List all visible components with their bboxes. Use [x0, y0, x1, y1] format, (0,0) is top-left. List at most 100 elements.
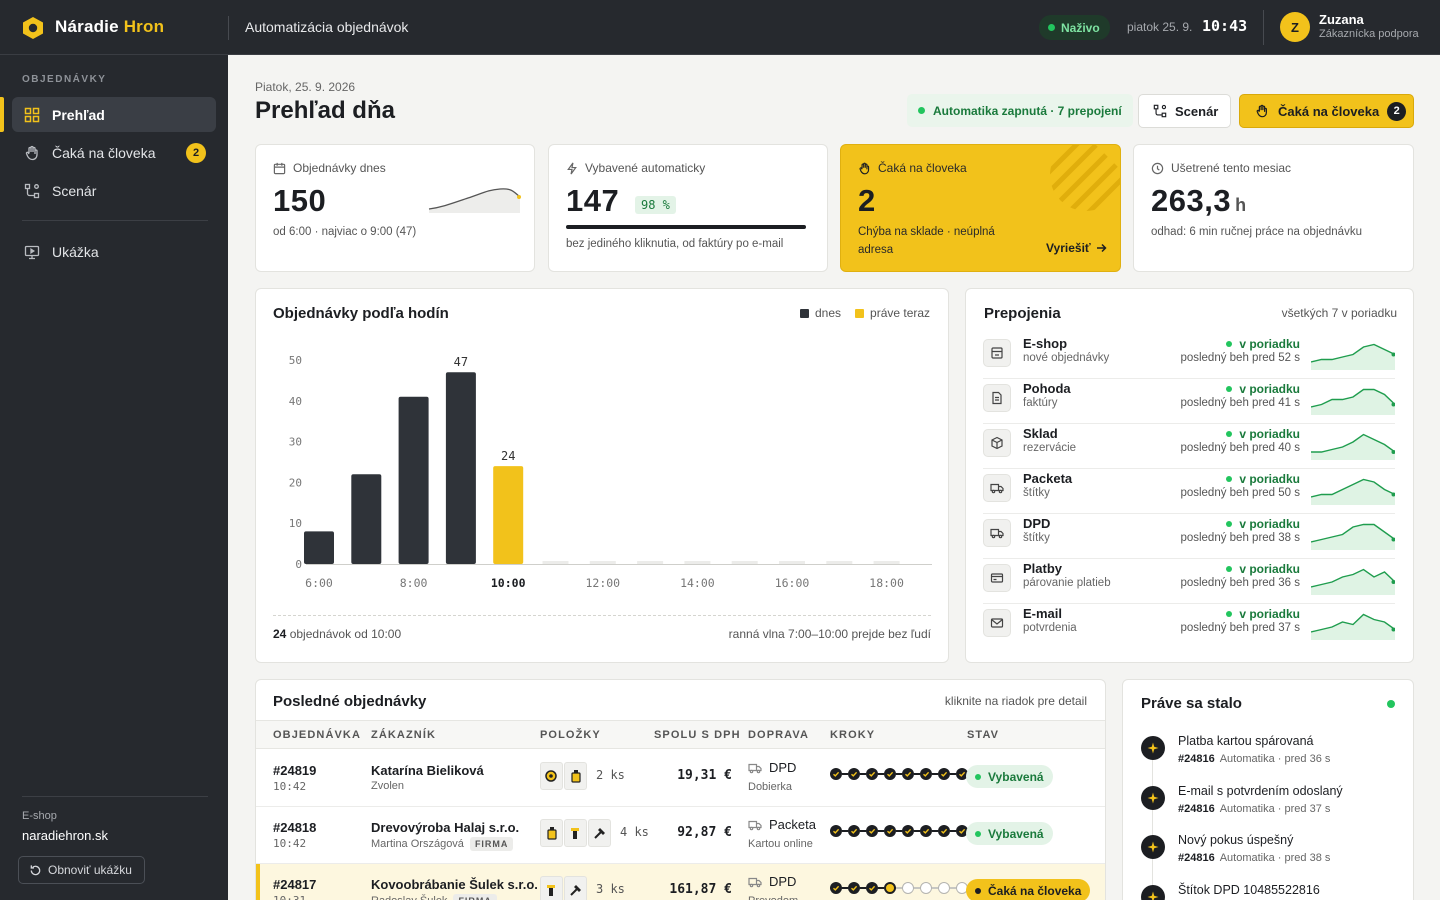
step-done-icon [866, 768, 878, 780]
orders-hint: kliknite na riadok pre detail [944, 694, 1087, 708]
status-dot-icon [1226, 566, 1233, 572]
connection-status-label: v poriadku [1239, 607, 1300, 621]
automation-label: Automatika zapnutá · 7 prepojení [933, 103, 1122, 118]
connection-status: v poriadku [1226, 337, 1300, 351]
connection-sparkline [1311, 388, 1395, 415]
connection-row[interactable]: Sklad rezervácie v poriadku posledný beh pr… [983, 424, 1395, 469]
table-row[interactable]: #24817 10:31 Kovoobrábanie Šulek s.r.o. Rad… [256, 864, 1105, 900]
col-order[interactable]: OBJEDNÁVKA [273, 729, 361, 741]
sidebar-item-scenar[interactable]: Scenár [12, 173, 216, 208]
table-row[interactable]: #24818 10:42 Drevovýroba Halaj s.r.o. Marti… [256, 807, 1105, 864]
connection-sparkline [1311, 613, 1395, 640]
activity-item[interactable]: Štítok DPD 10485522816#24816Automatika ·… [1141, 882, 1401, 900]
live-dot-icon [1048, 24, 1055, 31]
activity-item[interactable]: Platba kartou spárovaná #24816 Automatika … [1141, 733, 1401, 781]
activity-title: E-mail s potvrdením odoslaný [1178, 783, 1343, 798]
bar[interactable] [398, 396, 429, 564]
bar-empty [873, 561, 900, 564]
bar-current-hour[interactable] [493, 466, 524, 564]
col-items[interactable]: POLOŽKY [540, 729, 601, 741]
kpi-label: Ušetrené tento mesiac [1151, 161, 1291, 175]
box-icon [983, 429, 1011, 457]
firm-badge: FIRMA [469, 837, 514, 851]
activity-item[interactable]: Nový pokus úspešný #24816 Automatika · pre… [1141, 832, 1401, 880]
avatar[interactable]: Z [1280, 12, 1310, 42]
sidebar-item-label: Ukážka [52, 243, 99, 260]
connection-row[interactable]: Pohoda faktúry v poriadku posledný beh pred… [983, 379, 1395, 424]
brand-text: Náradie [55, 17, 119, 36]
activity-item[interactable]: E-mail s potvrdením odoslaný #24816 Automa… [1141, 783, 1401, 831]
x-tick-label: 10:00 [491, 576, 526, 590]
customer-sub: Radoslav Šulek [371, 895, 447, 900]
shop-domain[interactable]: naradiehron.sk [22, 828, 108, 843]
col-status[interactable]: STAV [967, 729, 999, 741]
connection-name: Sklad [1023, 426, 1058, 441]
kpi-waiting[interactable]: Čaká na človeka 2 Chýba na sklade · neúp… [840, 144, 1121, 272]
kpi-label: Čaká na človeka [858, 161, 967, 175]
order-steps [830, 825, 968, 837]
active-indicator [0, 97, 4, 132]
store-icon [983, 339, 1011, 367]
sidebar-item-prehlad[interactable]: Prehľad [12, 97, 216, 132]
status-dot-icon [1226, 611, 1233, 617]
connection-sparkline [1311, 343, 1395, 370]
truck-icon [748, 818, 762, 832]
connection-name: Packeta [1023, 471, 1073, 486]
step-pending-icon [938, 882, 950, 894]
connection-status: v poriadku [1226, 382, 1300, 396]
col-customer[interactable]: ZÁKAZNÍK [371, 729, 436, 741]
lightning-icon [566, 162, 578, 175]
reset-demo-button[interactable]: Obnoviť ukážku [18, 856, 145, 884]
connection-row[interactable]: Platby párovanie platieb v poriadku posledn… [983, 559, 1395, 604]
connection-row[interactable]: E-mail potvrdenia v poriadku posledný beh p… [983, 604, 1395, 649]
bar[interactable] [351, 474, 382, 564]
connection-row[interactable]: DPD štítky v poriadku posledný beh pred 38 … [983, 514, 1395, 559]
connection-row[interactable]: Packeta štítky v poriadku posledný beh pred… [983, 469, 1395, 514]
bar[interactable] [445, 372, 476, 564]
sidebar-item-caka-na-cloveka[interactable]: Čaká na človeka 2 [12, 135, 216, 170]
activity-order: #24816 [1178, 802, 1215, 815]
hand-icon [858, 162, 871, 175]
payment-method: Dobierka [748, 781, 793, 793]
connection-status-label: v poriadku [1239, 517, 1300, 531]
connection-sparkline [1311, 568, 1395, 595]
connection-desc: rezervácie [1023, 442, 1077, 454]
kpi-value: 150 [273, 183, 327, 218]
resolve-link[interactable]: Vyriešiť [1046, 241, 1107, 255]
user-name[interactable]: Zuzana [1319, 12, 1364, 27]
y-tick-label: 0 [295, 558, 302, 571]
step-pending-icon [920, 882, 932, 894]
connection-sparkline [1311, 433, 1395, 460]
live-badge: Naživo [1039, 15, 1110, 40]
col-shipping[interactable]: DOPRAVA [748, 729, 809, 741]
bar[interactable] [304, 531, 334, 564]
step-done-icon [902, 825, 914, 837]
connection-status: v poriadku [1226, 517, 1300, 531]
waiting-button[interactable]: Čaká na človeka 2 [1239, 94, 1414, 128]
scenario-button[interactable]: Scenár [1138, 94, 1231, 128]
activity-order: #24816 [1178, 753, 1215, 765]
table-row[interactable]: #24819 10:42 Katarína Bieliková Zvolen 2 ks 1… [256, 750, 1105, 807]
col-total[interactable]: SPOLU S DPH [654, 729, 741, 741]
sparkle-icon [1141, 736, 1165, 760]
order-time: 10:42 [273, 780, 307, 793]
connection-row[interactable]: E-shop nové objednávky v poriadku posledný … [983, 334, 1395, 379]
step-done-icon [938, 825, 950, 837]
kpi-orders-today: Objednávky dnes 150 od 6:00 · najviac o … [255, 144, 535, 272]
kpi-value: 263,3 h [1151, 183, 1247, 219]
shop-label: E-shop [22, 810, 57, 822]
screen-icon [24, 244, 40, 260]
connection-last-run: posledný beh pred 38 s [1180, 532, 1300, 544]
sidebar-item-ukazka[interactable]: Ukážka [12, 234, 216, 269]
x-tick-label: 8:00 [400, 576, 428, 590]
status-dot-icon [1226, 386, 1233, 392]
document-icon [983, 384, 1011, 412]
kpi-subtext: odhad: 6 min ručnej práce na objednávku [1151, 226, 1362, 238]
app-subtitle: Automatizácia objednávok [245, 19, 409, 35]
product-thumbnail-icon [540, 819, 563, 847]
connection-name: DPD [1023, 516, 1051, 531]
connection-sparkline [1311, 478, 1395, 505]
calendar-icon [273, 162, 286, 175]
col-steps[interactable]: KROKY [830, 729, 875, 741]
brand-name[interactable]: Náradie Hron [55, 17, 164, 37]
